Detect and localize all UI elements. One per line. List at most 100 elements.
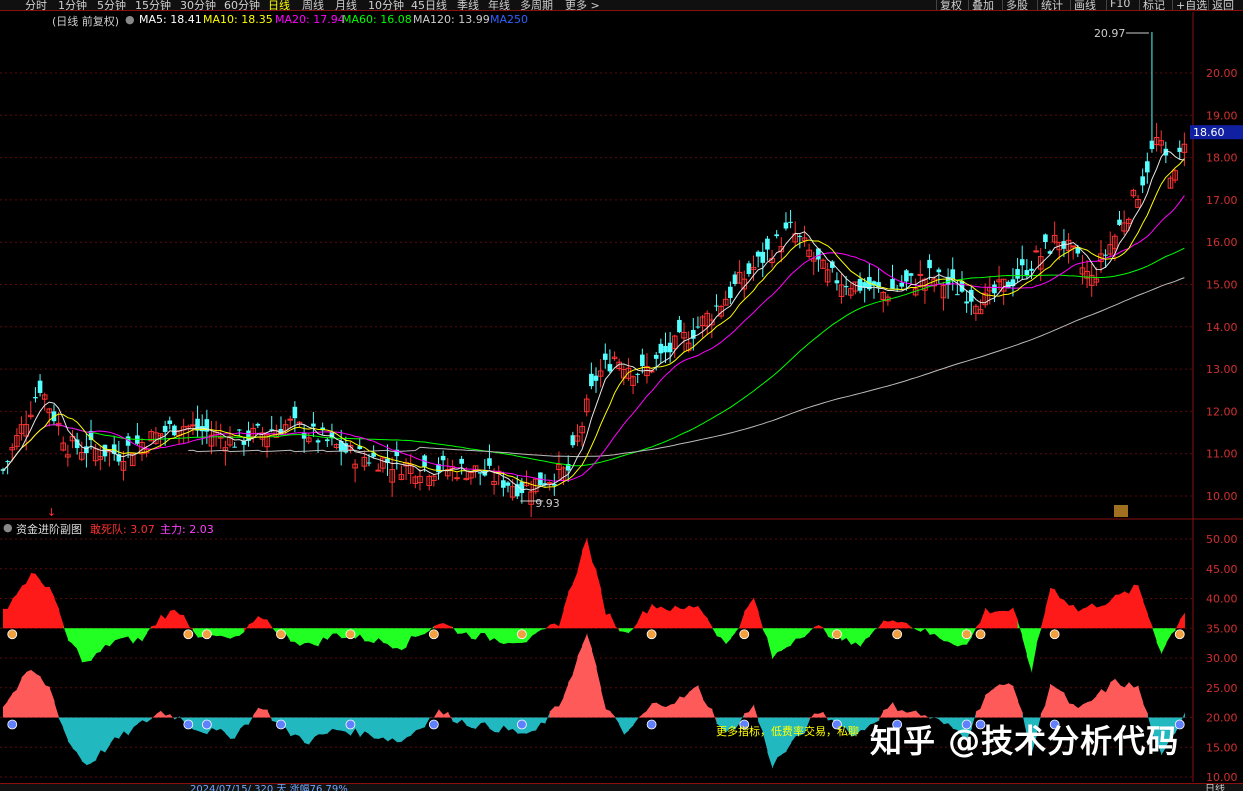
- capital-flow-area: [3, 609, 8, 628]
- main-force-area: [411, 718, 416, 736]
- main-force-area: [601, 689, 606, 718]
- main-force-area: [568, 674, 573, 718]
- main-force-area: [17, 677, 22, 717]
- capital-flow-area: [647, 604, 652, 629]
- capital-flow-area: [12, 594, 17, 629]
- candle-body: [195, 419, 200, 431]
- capital-flow-area: [476, 628, 481, 639]
- capital-flow-area: [624, 628, 629, 633]
- signal-marker: [740, 630, 749, 639]
- candle-body: [835, 280, 840, 283]
- capital-flow-area: [888, 620, 893, 628]
- candle-body: [232, 447, 237, 448]
- collapse-icon[interactable]: ●: [3, 521, 13, 534]
- candle-body: [788, 222, 793, 223]
- main-force-area: [272, 718, 277, 723]
- signal-marker: [517, 630, 526, 639]
- capital-flow-area: [615, 625, 620, 631]
- main-force-area: [615, 717, 620, 725]
- capital-flow-area: [591, 560, 596, 628]
- signal-marker: [346, 720, 355, 729]
- capital-flow-area: [920, 628, 925, 632]
- capital-flow-area: [689, 605, 694, 628]
- main-force-area: [619, 718, 624, 735]
- candle-body: [784, 223, 789, 229]
- capital-flow-area: [272, 627, 277, 633]
- capital-flow-area: [1157, 628, 1162, 654]
- capital-flow-area: [114, 628, 119, 640]
- candle-body: [696, 327, 701, 328]
- price-tick-label: 10.00: [1206, 490, 1238, 503]
- capital-flow-area: [332, 628, 337, 634]
- main-force-area: [304, 718, 309, 745]
- capital-flow-area: [587, 538, 592, 629]
- capital-flow-area: [258, 616, 263, 628]
- capital-flow-area: [902, 622, 907, 628]
- capital-flow-area: [582, 538, 587, 629]
- capital-flow-area: [953, 628, 958, 646]
- capital-flow-area: [559, 609, 564, 629]
- main-force-area: [1129, 682, 1134, 718]
- candle-body: [756, 252, 761, 257]
- capital-flow-area: [253, 616, 258, 628]
- capital-flow-area: [323, 628, 328, 640]
- main-force-area: [582, 633, 587, 717]
- capital-flow-area: [72, 628, 77, 649]
- capital-flow-area: [1087, 603, 1092, 628]
- capital-flow-area: [1008, 608, 1013, 629]
- candle-body: [302, 433, 307, 439]
- capital-flow-area: [730, 628, 735, 638]
- candlestick-chart[interactable]: 20.0019.0018.0017.0016.0015.0014.0013.00…: [0, 0, 1243, 790]
- capital-flow-area: [981, 608, 986, 629]
- main-force-area: [656, 703, 661, 718]
- capital-flow-area: [758, 612, 763, 630]
- candle-body: [455, 478, 460, 479]
- main-force-area: [225, 718, 230, 739]
- main-force-area: [147, 718, 152, 723]
- main-force-area: [309, 718, 314, 745]
- main-force-area: [527, 718, 532, 734]
- capital-flow-area: [925, 628, 930, 635]
- candle-body: [774, 234, 779, 236]
- capital-flow-area: [86, 628, 91, 661]
- signal-marker: [962, 630, 971, 639]
- candle-body: [714, 306, 719, 307]
- capital-flow-area: [221, 628, 226, 637]
- main-force-area: [332, 718, 337, 731]
- capital-flow-area: [791, 628, 796, 645]
- main-force-area: [1124, 682, 1129, 718]
- candle-body: [937, 269, 942, 272]
- capital-flow-area: [703, 613, 708, 628]
- candle-body: [459, 459, 464, 464]
- main-force-area: [1133, 686, 1138, 718]
- main-force-area: [554, 706, 559, 717]
- main-force-area: [1004, 683, 1009, 717]
- capital-flow-area: [397, 628, 402, 650]
- main-force-area: [462, 718, 467, 726]
- main-force-area: [327, 718, 332, 734]
- capital-flow-area: [425, 628, 430, 634]
- main-force-area: [397, 718, 402, 743]
- capital-flow-area: [916, 628, 921, 632]
- main-force-area: [591, 649, 596, 718]
- main-force-area: [31, 670, 36, 718]
- signal-marker: [429, 630, 438, 639]
- main-force-area: [503, 718, 508, 731]
- capital-flow-area: [628, 628, 633, 633]
- candle-body: [441, 456, 446, 460]
- capital-flow-area: [948, 628, 953, 644]
- main-force-area: [1045, 684, 1050, 718]
- main-force-area: [406, 718, 411, 738]
- capital-flow-area: [1147, 614, 1152, 628]
- candle-body: [918, 274, 923, 275]
- capital-flow-area: [369, 628, 374, 643]
- candle-body: [478, 472, 483, 473]
- capital-flow-area: [1018, 621, 1023, 637]
- capital-flow-area: [851, 628, 856, 645]
- capital-flow-area: [1129, 585, 1134, 629]
- main-force-area: [105, 718, 110, 753]
- main-force-area: [249, 715, 254, 724]
- candle-body: [640, 355, 645, 367]
- signal-marker: [184, 720, 193, 729]
- capital-flow-area: [156, 614, 161, 628]
